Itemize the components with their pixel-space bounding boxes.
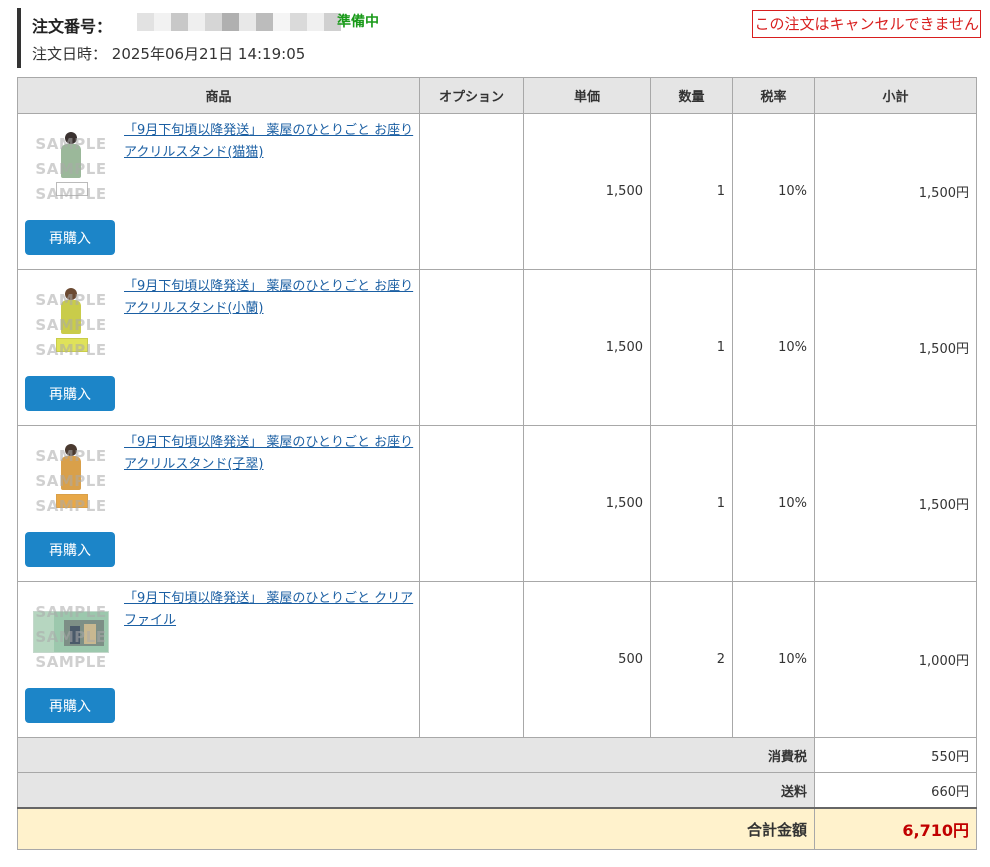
order-number-label: 注文番号： (32, 17, 113, 36)
total-row: 合計金額 6,710円 (17, 807, 977, 850)
quantity-cell: 1 (650, 269, 733, 426)
unit-price-cell: 1,500 (523, 425, 651, 582)
unit-price-cell: 1,500 (523, 113, 651, 270)
tax-rate-cell: 10% (732, 113, 815, 270)
tax-label: 消費税 (17, 737, 815, 773)
tax-rate-cell: 10% (732, 269, 815, 426)
order-date: 注文日時： 2025年06月21日 14:19:05 (32, 43, 305, 64)
order-items-table: 商品 オプション 単価 数量 税率 小計 SAMPLE SAMPLE SAMPLE … (17, 77, 977, 850)
product-cell: SAMPLE SAMPLE SAMPLE 再購入 「9月下旬頃以降発送」 薬屋のひと… (17, 269, 420, 426)
sample-watermark: SAMPLE SAMPLE SAMPLE (35, 291, 107, 359)
column-header-product: 商品 (17, 77, 420, 114)
tax-rate-cell: 10% (732, 425, 815, 582)
order-number-redacted (137, 13, 341, 31)
rebuy-button[interactable]: 再購入 (25, 220, 115, 255)
order-date-label: 注文日時： (32, 45, 108, 63)
column-header-quantity: 数量 (650, 77, 733, 114)
total-label: 合計金額 (17, 807, 815, 850)
product-link[interactable]: 「9月下旬頃以降発送」 薬屋のひとりごと お座りアクリルスタンド(猫猫) (124, 120, 416, 164)
table-row: SAMPLE SAMPLE SAMPLE 再購入 「9月下旬頃以降発送」 薬屋のひと… (17, 113, 977, 270)
rebuy-button[interactable]: 再購入 (25, 532, 115, 567)
column-header-subtotal: 小計 (814, 77, 977, 114)
product-link[interactable]: 「9月下旬頃以降発送」 薬屋のひとりごと クリアファイル (124, 588, 416, 632)
quantity-cell: 1 (650, 425, 733, 582)
quantity-cell: 1 (650, 113, 733, 270)
column-header-option: オプション (419, 77, 524, 114)
product-image[interactable]: SAMPLE SAMPLE SAMPLE (33, 594, 109, 671)
shipping-label: 送料 (17, 772, 815, 809)
total-value: 6,710円 (814, 807, 977, 850)
product-image[interactable]: SAMPLE SAMPLE SAMPLE (33, 126, 109, 203)
subtotal-cell: 1,500円 (814, 269, 977, 426)
sample-watermark: SAMPLE SAMPLE SAMPLE (35, 447, 107, 515)
order-status-badge: 準備中 (337, 14, 379, 30)
subtotal-cell: 1,500円 (814, 113, 977, 270)
product-link[interactable]: 「9月下旬頃以降発送」 薬屋のひとりごと お座りアクリルスタンド(子翠) (124, 432, 416, 476)
column-header-unit-price: 単価 (523, 77, 651, 114)
product-cell: SAMPLE SAMPLE SAMPLE 再購入 「9月下旬頃以降発送」 薬屋のひと… (17, 113, 420, 270)
product-link[interactable]: 「9月下旬頃以降発送」 薬屋のひとりごと お座りアクリルスタンド(小蘭) (124, 276, 416, 320)
option-cell (419, 581, 524, 738)
sample-watermark: SAMPLE SAMPLE SAMPLE (35, 603, 107, 671)
product-image[interactable]: SAMPLE SAMPLE SAMPLE (33, 282, 109, 359)
quantity-cell: 2 (650, 581, 733, 738)
shipping-row: 送料 660円 (17, 772, 977, 809)
rebuy-button[interactable]: 再購入 (25, 688, 115, 723)
table-row: SAMPLE SAMPLE SAMPLE 再購入 「9月下旬頃以降発送」 薬屋のひと… (17, 581, 977, 738)
sample-watermark: SAMPLE SAMPLE SAMPLE (35, 135, 107, 203)
rebuy-button[interactable]: 再購入 (25, 376, 115, 411)
option-cell (419, 425, 524, 582)
option-cell (419, 269, 524, 426)
cancel-unavailable-notice: この注文はキャンセルできません (752, 10, 981, 38)
table-row: SAMPLE SAMPLE SAMPLE 再購入 「9月下旬頃以降発送」 薬屋のひと… (17, 425, 977, 582)
tax-rate-cell: 10% (732, 581, 815, 738)
product-cell: SAMPLE SAMPLE SAMPLE 再購入 「9月下旬頃以降発送」 薬屋のひと… (17, 581, 420, 738)
tax-value: 550円 (814, 737, 977, 773)
unit-price-cell: 1,500 (523, 269, 651, 426)
tax-row: 消費税 550円 (17, 737, 977, 773)
shipping-value: 660円 (814, 772, 977, 809)
column-header-tax-rate: 税率 (732, 77, 815, 114)
order-date-value: 2025年06月21日 14:19:05 (111, 45, 306, 63)
order-header: 注文番号： 準備中 注文日時： 2025年06月21日 14:19:05 この注… (17, 8, 981, 68)
option-cell (419, 113, 524, 270)
product-cell: SAMPLE SAMPLE SAMPLE 再購入 「9月下旬頃以降発送」 薬屋のひと… (17, 425, 420, 582)
table-header-row: 商品 オプション 単価 数量 税率 小計 (17, 77, 977, 114)
product-image[interactable]: SAMPLE SAMPLE SAMPLE (33, 438, 109, 515)
unit-price-cell: 500 (523, 581, 651, 738)
subtotal-cell: 1,500円 (814, 425, 977, 582)
table-row: SAMPLE SAMPLE SAMPLE 再購入 「9月下旬頃以降発送」 薬屋のひと… (17, 269, 977, 426)
subtotal-cell: 1,000円 (814, 581, 977, 738)
